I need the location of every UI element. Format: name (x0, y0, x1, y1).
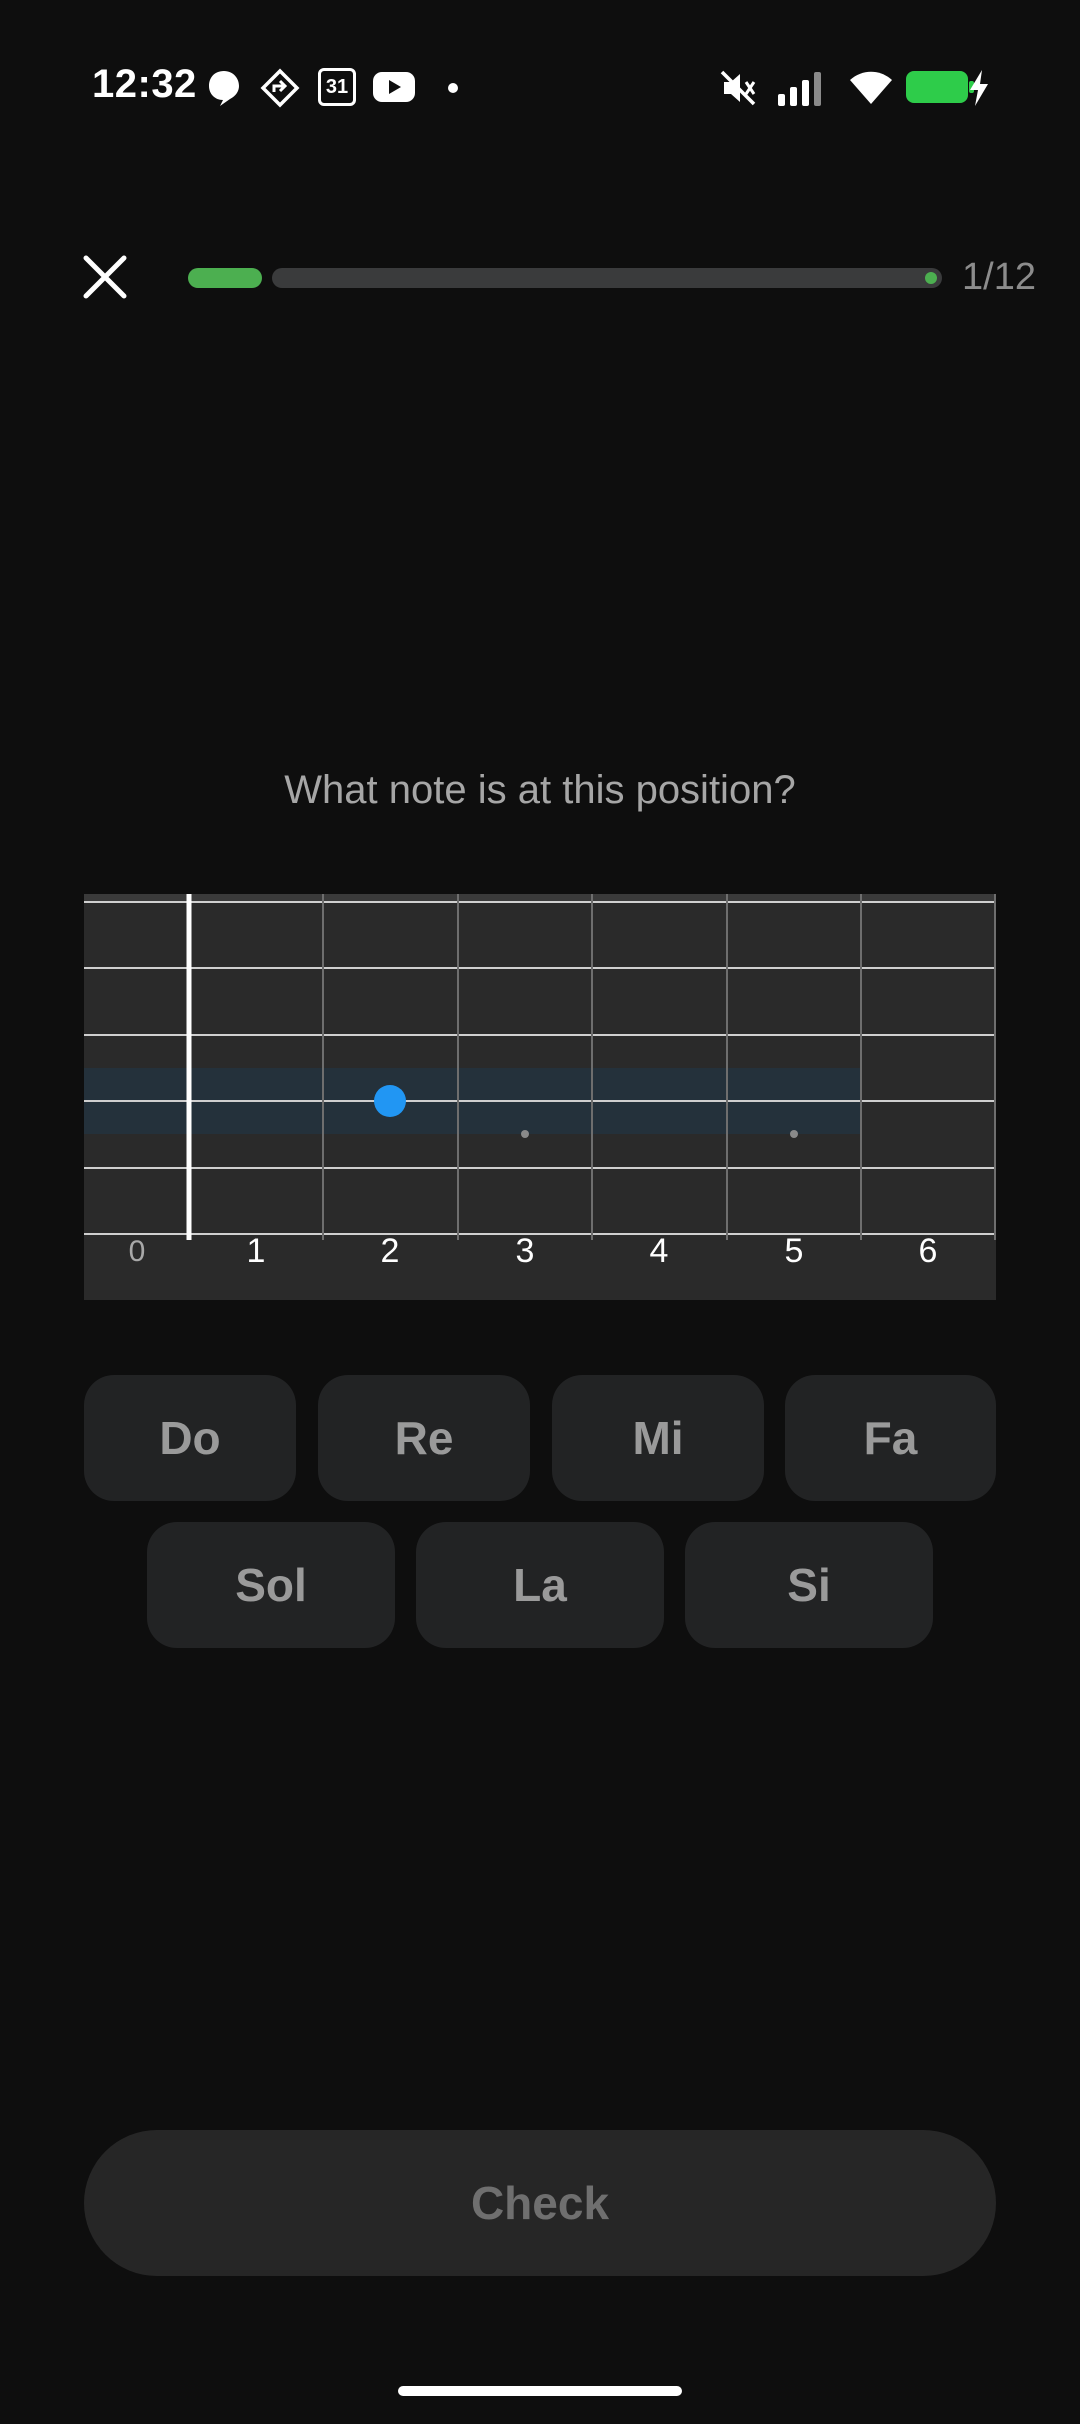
answer-mi-button[interactable]: Mi (552, 1375, 764, 1501)
status-bar: 12:32 31 (0, 0, 1080, 180)
fret-label-6: 6 (918, 1232, 938, 1270)
answer-la-button[interactable]: La (416, 1522, 664, 1648)
signal-icon (778, 72, 821, 106)
fret-label-3: 3 (515, 1232, 535, 1270)
calendar-icon: 31 (318, 68, 356, 106)
calendar-day: 31 (325, 75, 349, 98)
answer-sol-button[interactable]: Sol (147, 1522, 395, 1648)
check-button[interactable]: Check (84, 2130, 996, 2276)
mute-icon (720, 70, 756, 106)
fret-inlay-marker (790, 1130, 798, 1138)
home-indicator[interactable] (398, 2386, 682, 2396)
fret-label-1: 1 (246, 1232, 266, 1270)
question-text: What note is at this position? (284, 768, 796, 812)
dot-icon (448, 83, 458, 93)
answer-fa-button[interactable]: Fa (785, 1375, 996, 1501)
fret-inlay-marker (521, 1130, 529, 1138)
answer-re-button[interactable]: Re (318, 1375, 530, 1501)
fretboard-top-edge (84, 894, 996, 902)
note-position-marker (374, 1085, 406, 1117)
answer-do-button[interactable]: Do (84, 1375, 296, 1501)
fret-label-4: 4 (649, 1232, 669, 1270)
maps-icon (260, 68, 300, 108)
status-time: 12:32 (92, 62, 197, 106)
wifi-icon (850, 71, 892, 104)
progress-count: 1/12 (962, 256, 1036, 298)
progress-bar (272, 268, 942, 288)
youtube-icon (373, 72, 415, 102)
answer-si-button[interactable]: Si (685, 1522, 933, 1648)
progress-fill (188, 268, 262, 288)
close-button[interactable] (78, 250, 132, 304)
threads-icon (209, 71, 239, 106)
battery-charging-icon (906, 68, 992, 108)
progress-end-dot (925, 272, 937, 284)
fret-label-5: 5 (784, 1232, 804, 1270)
fret-label-0: 0 (128, 1235, 146, 1268)
fret-label-2: 2 (380, 1232, 400, 1270)
